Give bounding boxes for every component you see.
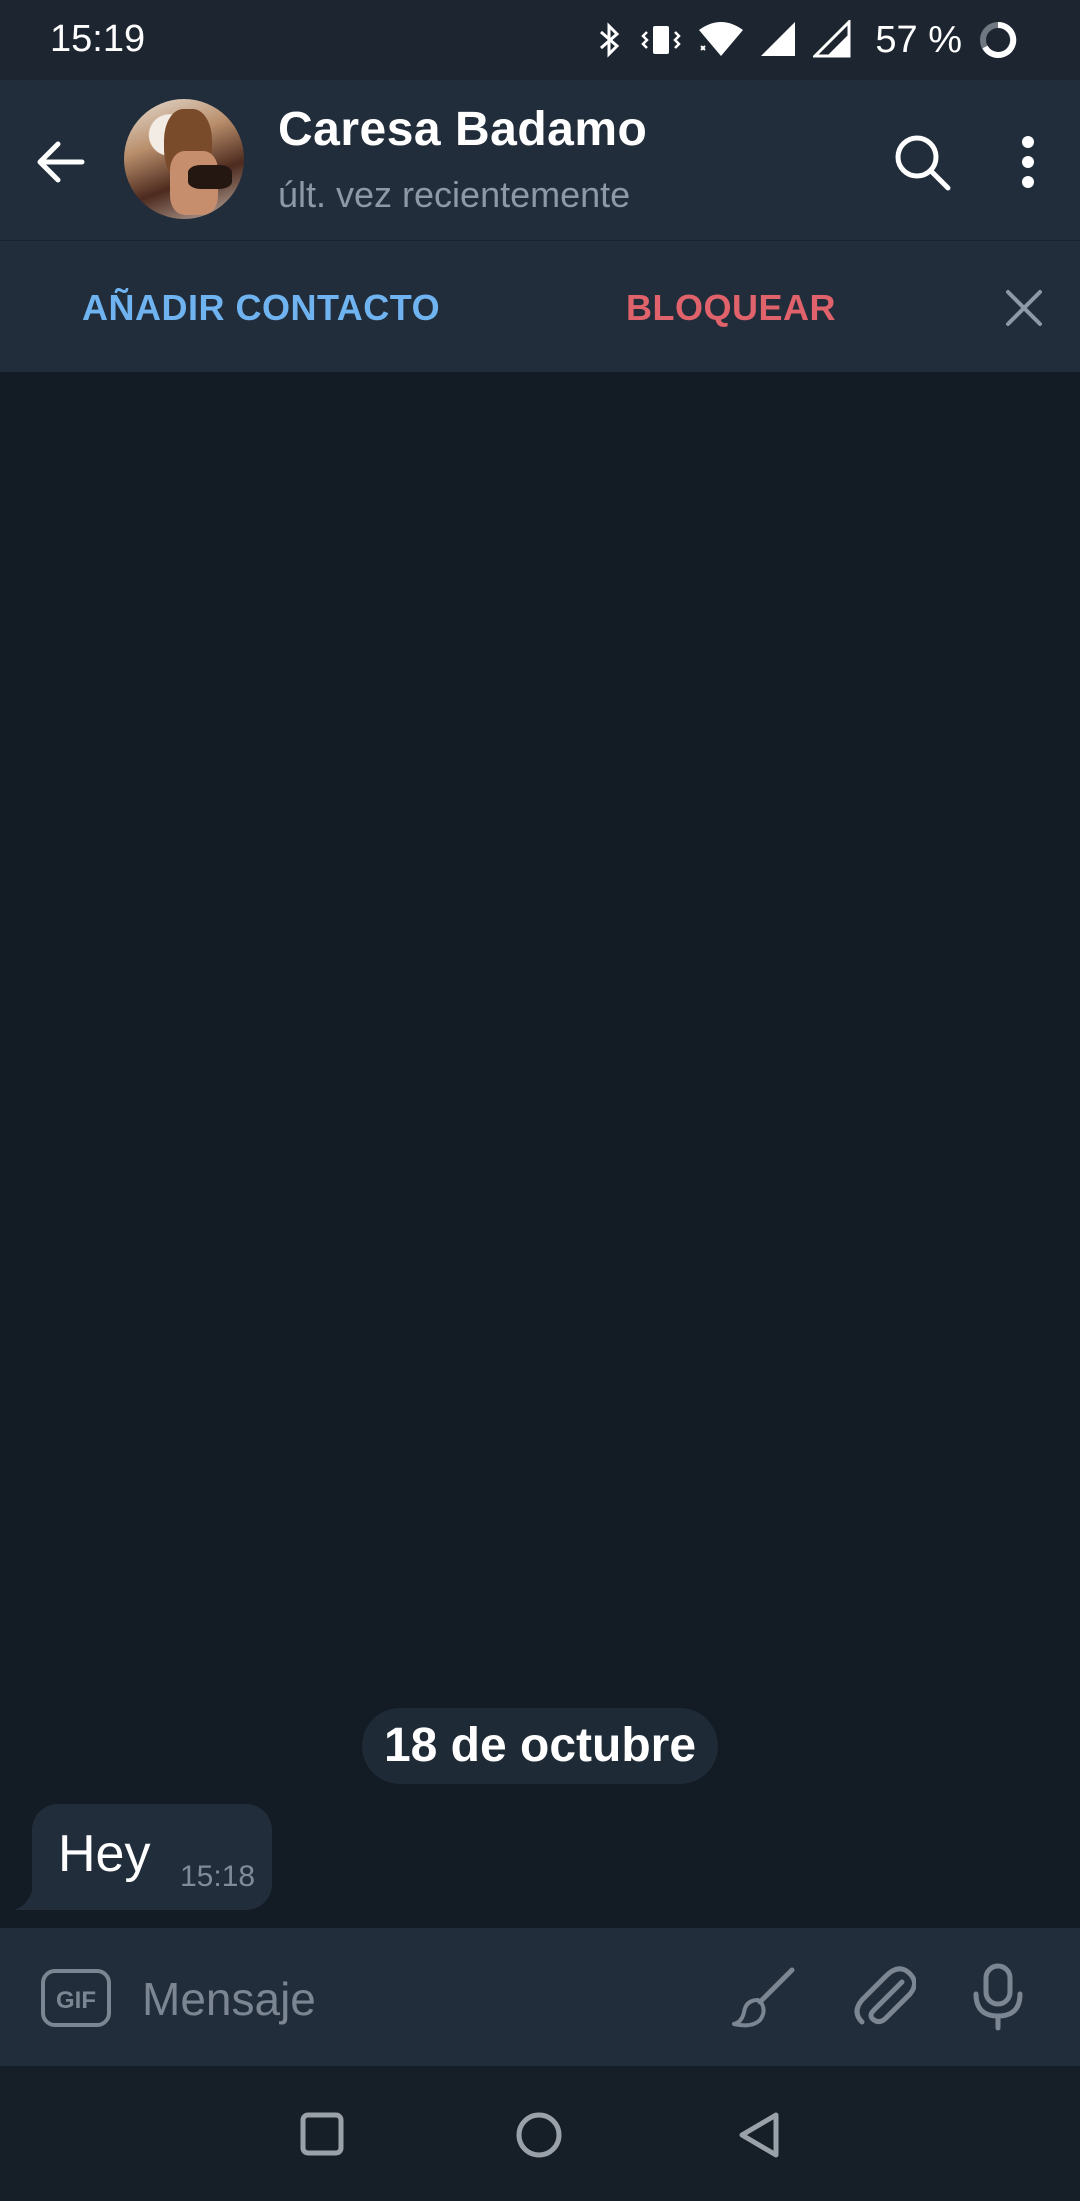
message-text: Hey — [58, 1825, 151, 1883]
battery-ring-icon — [980, 21, 1017, 58]
message-composer: GIF — [0, 1928, 1080, 2066]
block-button[interactable]: BLOQUEAR — [626, 287, 836, 329]
vibrate-icon — [641, 26, 682, 54]
status-bar: 15:19 57 % — [0, 0, 1080, 80]
add-contact-button[interactable]: AÑADIR CONTACTO — [82, 287, 440, 329]
date-separator: 18 de octubre — [362, 1708, 718, 1784]
recents-square-icon[interactable] — [300, 2112, 344, 2156]
back-triangle-icon[interactable] — [736, 2110, 784, 2160]
brush-icon[interactable] — [730, 1964, 800, 2030]
search-icon[interactable] — [890, 130, 954, 194]
paperclip-icon[interactable] — [852, 1964, 916, 2030]
bluetooth-icon — [600, 22, 620, 58]
chat-area[interactable] — [0, 372, 1080, 1928]
signal-icon — [813, 20, 851, 58]
message-time: 15:18 — [180, 1860, 256, 1893]
message-input[interactable] — [140, 1958, 704, 2040]
status-time: 15:19 — [50, 18, 146, 60]
incoming-message-bubble[interactable]: Hey 15:18 — [32, 1804, 272, 1910]
battery-percent: 57 % — [875, 18, 962, 61]
avatar[interactable] — [124, 99, 244, 219]
gif-icon[interactable]: GIF — [40, 1968, 112, 2028]
contact-name[interactable]: Caresa Badamo — [278, 102, 647, 157]
arrow-left-icon[interactable] — [30, 130, 94, 194]
status-icons: 57 % — [595, 14, 1020, 66]
system-nav-bar — [0, 2066, 1080, 2201]
contact-last-seen: últ. vez recientemente — [278, 174, 631, 215]
more-vertical-icon[interactable] — [1000, 130, 1056, 194]
wifi-icon — [699, 22, 744, 56]
avatar-clothing — [188, 165, 232, 189]
gif-label: GIF — [56, 1987, 96, 2014]
microphone-icon[interactable] — [968, 1962, 1028, 2032]
chat-header: Caresa Badamo últ. vez recientemente — [0, 80, 1080, 240]
signal-icon — [761, 22, 796, 56]
contact-action-bar: AÑADIR CONTACTO BLOQUEAR — [0, 240, 1080, 373]
home-circle-icon[interactable] — [514, 2110, 564, 2160]
close-icon[interactable] — [1000, 284, 1048, 332]
